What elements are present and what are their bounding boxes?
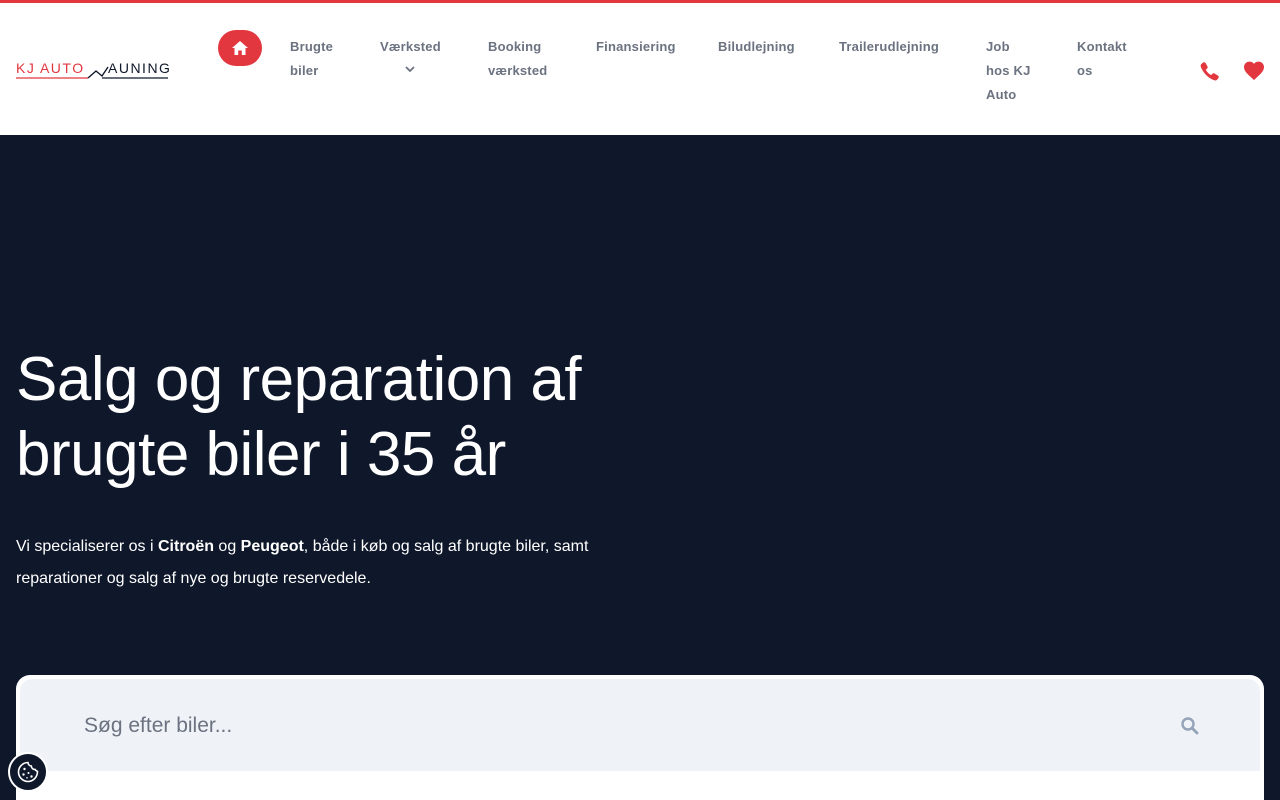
nav-item-biludlejning[interactable]: Biludlejning xyxy=(718,35,795,59)
nav-label-line: Brugte xyxy=(290,39,334,54)
home-button[interactable] xyxy=(218,30,262,66)
header: KJ AUTO AUNING Brugte biler Værksted Boo… xyxy=(0,0,1280,135)
nav-label-line: Værksted xyxy=(380,39,441,54)
nav-item-booking-vaerksted[interactable]: Booking værksted xyxy=(488,35,547,83)
nav-label-line: Booking xyxy=(488,39,542,54)
nav-item-trailerudlejning[interactable]: Trailerudlejning xyxy=(839,35,939,59)
phone-icon xyxy=(1200,62,1219,81)
phone-button[interactable] xyxy=(1198,59,1222,83)
search-input[interactable] xyxy=(84,706,1164,746)
logo[interactable]: KJ AUTO AUNING xyxy=(16,59,172,83)
nav-item-brugte-biler[interactable]: Brugte biler xyxy=(290,35,333,83)
hero-title-line: brugte biler i 35 år xyxy=(16,420,506,489)
chevron-down-icon[interactable] xyxy=(380,59,441,81)
home-icon xyxy=(232,41,248,55)
nav-label-line: os xyxy=(1077,63,1093,78)
nav-label-line: biler xyxy=(290,63,319,78)
logo-text-auning: AUNING xyxy=(108,60,172,76)
brand-citroen: Citroën xyxy=(157,538,214,555)
favorites-button[interactable] xyxy=(1242,59,1266,83)
nav-label-line: Trailerudlejning xyxy=(839,39,939,54)
nav-label-line: Kontakt xyxy=(1077,39,1127,54)
hero-text-part: og xyxy=(213,538,241,555)
search-card xyxy=(16,675,1264,800)
nav-label-line: Auto xyxy=(986,87,1017,102)
heart-icon xyxy=(1244,61,1264,80)
nav-item-kontakt-os[interactable]: Kontakt os xyxy=(1077,35,1127,83)
nav-label-line: værksted xyxy=(488,63,548,78)
hero-description: Vi specialiserer os i Citroën og Peugeot… xyxy=(16,531,616,595)
hero-title-line: Salg og reparation af xyxy=(16,345,582,414)
search-box xyxy=(20,679,1260,771)
cookie-settings-button[interactable] xyxy=(8,752,48,792)
nav-item-finansiering[interactable]: Finansiering xyxy=(596,35,676,59)
nav-label-line: Biludlejning xyxy=(718,39,795,54)
nav-label-line: Job xyxy=(986,39,1010,54)
hero-text-part: Vi specialiserer os i xyxy=(16,538,158,555)
brand-peugeot: Peugeot xyxy=(240,538,304,555)
nav-label-line: Finansiering xyxy=(596,39,676,54)
nav-item-job-hos-kj-auto[interactable]: Job hos KJ Auto xyxy=(986,35,1031,107)
search-icon[interactable] xyxy=(1180,716,1200,736)
nav-label-line: hos KJ xyxy=(986,63,1031,78)
nav-item-vaerksted[interactable]: Værksted xyxy=(380,35,441,81)
hero-title: Salg og reparation af brugte biler i 35 … xyxy=(16,342,636,492)
cookie-icon xyxy=(17,761,39,783)
